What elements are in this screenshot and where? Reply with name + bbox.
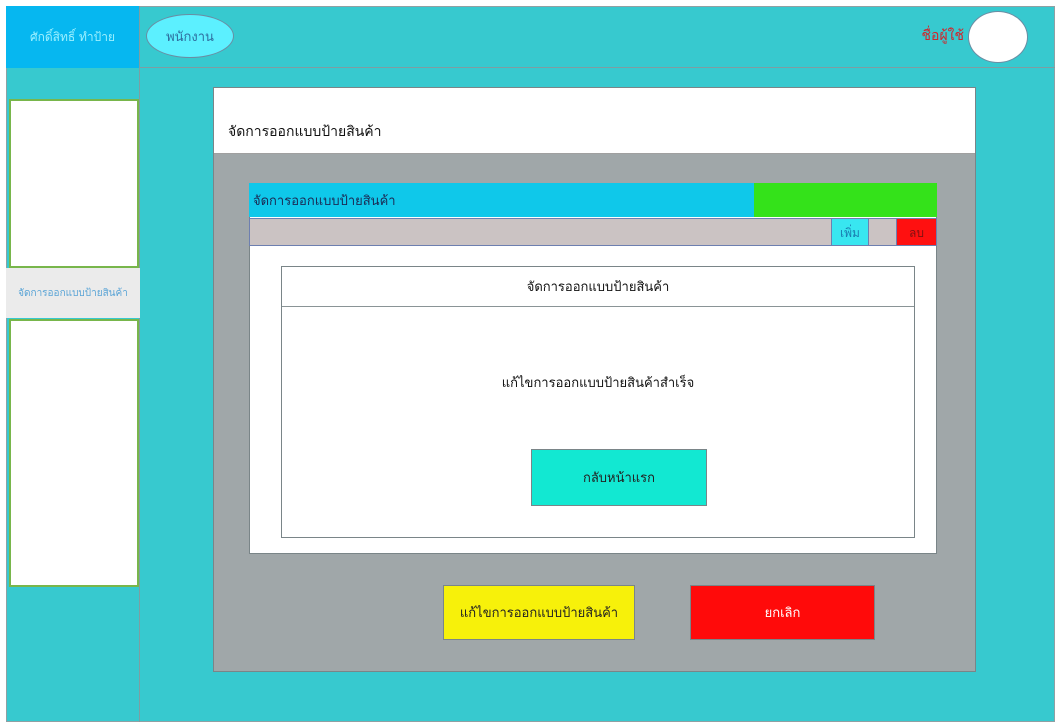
back-home-button[interactable]: กลับหน้าแรก [531,449,707,506]
cancel-button[interactable]: ยกเลิก [690,585,875,640]
dialog-message: แก้ไขการออกแบบป้ายสินค้าสำเร็จ [501,376,695,391]
avatar[interactable] [968,11,1028,63]
card-header-accent [754,183,937,217]
dialog-title: จัดการออกแบบป้ายสินค้า [282,267,914,307]
role-badge[interactable]: พนักงาน [146,14,234,58]
sidebar-item-sign-design[interactable]: จัดการออกแบบป้ายสินค้า [6,268,140,318]
card-header: จัดการออกแบบป้ายสินค้า [249,183,754,217]
page-title: จัดการออกแบบป้ายสินค้า [228,124,382,140]
brand-logo[interactable]: ศักดิ์สิทธิ์ ทำป้าย [6,6,140,68]
delete-button[interactable]: ลบ [896,218,937,246]
sidebar-bottom-box [9,319,139,587]
sidebar-top-box [9,99,139,268]
edit-sign-design-button[interactable]: แก้ไขการออกแบบป้ายสินค้า [443,585,635,640]
add-button[interactable]: เพิ่ม [831,218,869,246]
username-label[interactable]: ชื่อผู้ใช้ [922,25,964,47]
